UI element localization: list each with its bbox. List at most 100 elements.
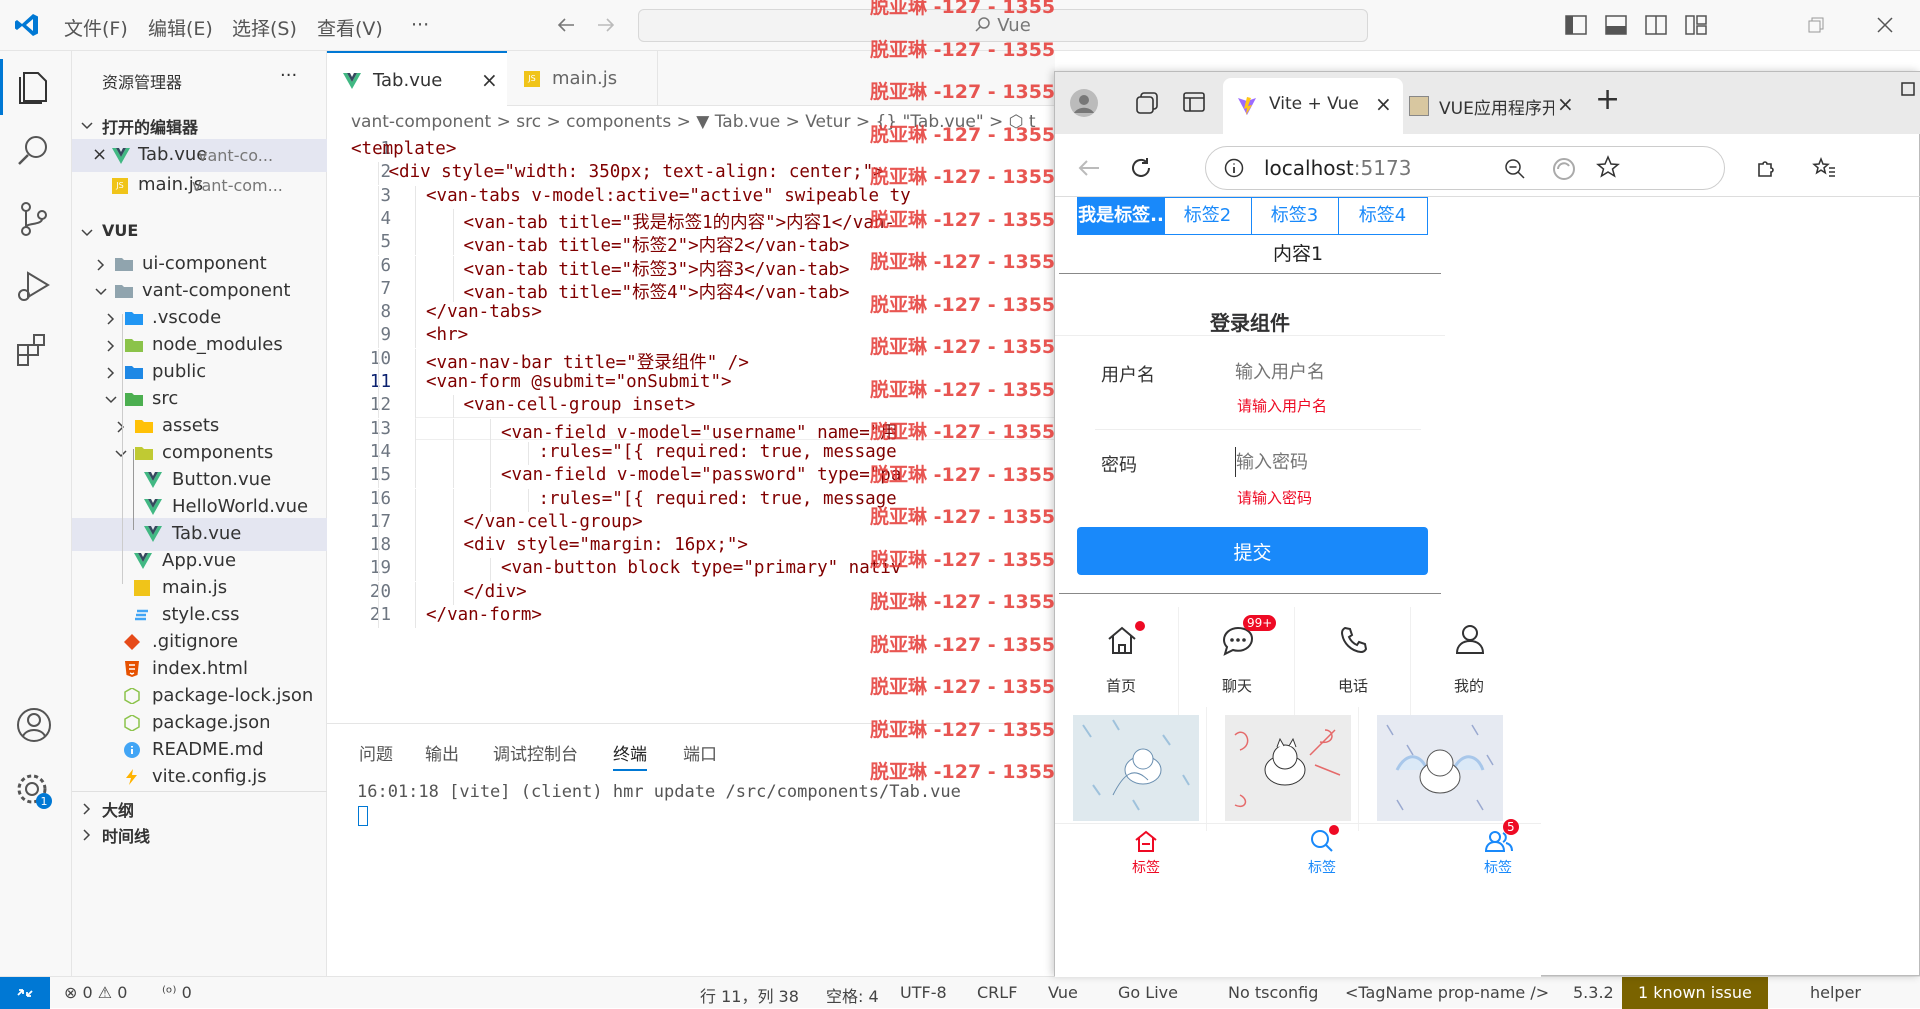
dot-badge: [1329, 825, 1339, 835]
open-editors-section[interactable]: 打开的编辑器: [72, 109, 327, 142]
van-tab-2[interactable]: 标签2: [1164, 197, 1252, 235]
tsconfig-status[interactable]: No tsconfig: [1228, 983, 1318, 1002]
toggle-secondary-sidebar-icon[interactable]: [1645, 15, 1667, 35]
eol-status[interactable]: CRLF: [977, 983, 1017, 1002]
line-number: 13: [369, 418, 391, 439]
menu-more[interactable]: ···: [411, 14, 429, 36]
folder-icon: [114, 283, 134, 299]
encoding-status[interactable]: UTF-8: [900, 983, 947, 1002]
close-window-icon[interactable]: [1876, 16, 1894, 34]
project-section[interactable]: VUE: [72, 216, 327, 249]
helper-status[interactable]: helper: [1810, 983, 1861, 1002]
tabbar-item-search[interactable]: 标签: [1277, 825, 1367, 877]
panel-tab-debug-console[interactable]: 调试控制台: [493, 740, 578, 765]
toggle-sidebar-icon[interactable]: [1565, 15, 1587, 35]
tagname-status[interactable]: <TagName prop-name />: [1345, 983, 1549, 1002]
new-tab-button[interactable]: +: [1595, 82, 1620, 117]
cursor-position[interactable]: 行 11，列 38: [700, 983, 799, 1007]
indent-status[interactable]: 空格: 4: [826, 983, 879, 1007]
version-status[interactable]: 5.3.2: [1573, 983, 1614, 1002]
line-number: 6: [380, 255, 391, 276]
remote-button[interactable]: [0, 977, 50, 1009]
command-center-search[interactable]: Vue: [638, 9, 1368, 42]
refresh-icon[interactable]: [1129, 156, 1153, 180]
toggle-panel-icon[interactable]: [1605, 15, 1627, 35]
run-debug-icon[interactable]: [14, 265, 58, 309]
chevron-right-icon: [94, 256, 108, 271]
back-icon[interactable]: [1077, 158, 1101, 178]
manage-gear-icon[interactable]: 1: [14, 771, 58, 815]
explorer-icon[interactable]: [14, 65, 58, 109]
submit-button[interactable]: 提交: [1077, 527, 1428, 575]
forward-arrow-icon[interactable]: [596, 16, 616, 34]
customize-layout-icon[interactable]: [1685, 15, 1707, 35]
menu-selection[interactable]: 选择(S): [232, 14, 297, 41]
menu-file[interactable]: 文件(F): [64, 14, 128, 41]
favorites-icon[interactable]: [1811, 156, 1837, 180]
workspaces-icon[interactable]: [1135, 92, 1159, 114]
panel-tab-terminal[interactable]: 终端: [613, 740, 647, 771]
breadcrumb[interactable]: vant-component > src > components > ▼ Ta…: [327, 106, 1055, 139]
known-issue-badge[interactable]: 1 known issue: [1622, 977, 1768, 1009]
menu-edit[interactable]: 编辑(E): [148, 14, 213, 41]
url-host: localhost: [1264, 156, 1354, 180]
tabbar-item-friends[interactable]: 5 标签: [1453, 819, 1541, 877]
account-icon[interactable]: [14, 705, 58, 749]
indent-guide: [452, 535, 454, 559]
grid-item-home[interactable]: 首页: [1063, 607, 1179, 719]
activity-bar: 1: [0, 51, 72, 976]
grid-item-mine[interactable]: 我的: [1411, 607, 1527, 719]
go-live-button[interactable]: Go Live: [1118, 983, 1178, 1002]
close-icon[interactable]: ×: [1557, 92, 1574, 116]
tab-main-js[interactable]: JS main.js: [508, 51, 658, 106]
van-tab-3[interactable]: 标签3: [1251, 197, 1339, 235]
grid-item-phone[interactable]: 电话: [1295, 607, 1411, 719]
username-input[interactable]: [1235, 357, 1425, 387]
extensions-puzzle-icon[interactable]: [1755, 156, 1779, 180]
image-cell[interactable]: [1065, 707, 1207, 831]
sidebar-more-button[interactable]: ···: [280, 65, 297, 86]
terminal-panel: 问题 输出 调试控制台 终端 端口 16:01:18 [vite] (clien…: [327, 723, 1055, 976]
open-editor-item[interactable]: × Tab.vue vant-co...: [72, 139, 327, 172]
code-editor[interactable]: 1 <template> 2 <div style="width: 350px; te…: [327, 139, 1055, 723]
close-icon[interactable]: ×: [1375, 92, 1392, 116]
maximize-window-icon[interactable]: [1901, 82, 1915, 96]
browser-tab-active[interactable]: Vite + Vue ×: [1223, 78, 1403, 134]
password-input[interactable]: [1235, 447, 1425, 477]
open-editor-item[interactable]: JS main.js vant-com...: [72, 169, 327, 202]
vertical-tabs-icon[interactable]: [1183, 92, 1205, 112]
tree-item[interactable]: vite.config.js: [72, 761, 327, 794]
tab-tab-vue[interactable]: Tab.vue ×: [327, 51, 507, 106]
menu-view[interactable]: 查看(V): [317, 14, 383, 41]
extensions-icon[interactable]: [14, 331, 58, 375]
favorite-star-icon[interactable]: [1596, 155, 1620, 179]
image-cell[interactable]: [1369, 707, 1511, 831]
close-icon[interactable]: ×: [92, 144, 107, 165]
code-line: </van-form>: [426, 605, 542, 625]
van-tab-4[interactable]: 标签4: [1338, 197, 1428, 235]
panel-tab-problems[interactable]: 问题: [359, 740, 393, 765]
image-cell[interactable]: [1217, 707, 1359, 831]
close-icon[interactable]: ×: [481, 53, 498, 108]
translate-icon[interactable]: [1552, 157, 1576, 181]
van-tab-1[interactable]: 我是标签..: [1077, 197, 1165, 235]
browser-tab-inactive[interactable]: VUE应用程序开 ×: [1407, 78, 1579, 134]
timeline-section[interactable]: 时间线: [72, 818, 327, 851]
indent-guide: [415, 511, 417, 535]
ports-status[interactable]: ⁽ᵒ⁾ 0: [162, 983, 192, 1002]
panel-tab-ports[interactable]: 端口: [683, 740, 717, 765]
language-status[interactable]: Vue: [1048, 983, 1078, 1002]
problems-status[interactable]: ⊗ 0 ⚠ 0: [64, 983, 127, 1002]
search-icon[interactable]: [14, 131, 58, 175]
tabbar-item-home[interactable]: 标签: [1101, 829, 1191, 877]
profile-avatar-icon[interactable]: [1069, 88, 1099, 118]
indent-guide: [377, 232, 379, 256]
zoom-out-icon[interactable]: [1504, 158, 1526, 180]
source-control-icon[interactable]: [14, 199, 58, 243]
grid-item-chat[interactable]: 99+ 聊天: [1179, 607, 1295, 719]
vue-file-icon: [144, 472, 162, 488]
address-bar[interactable]: localhost:5173: [1205, 146, 1725, 190]
restore-window-icon[interactable]: [1808, 17, 1824, 33]
panel-tab-output[interactable]: 输出: [425, 740, 459, 765]
back-arrow-icon[interactable]: [556, 16, 576, 34]
